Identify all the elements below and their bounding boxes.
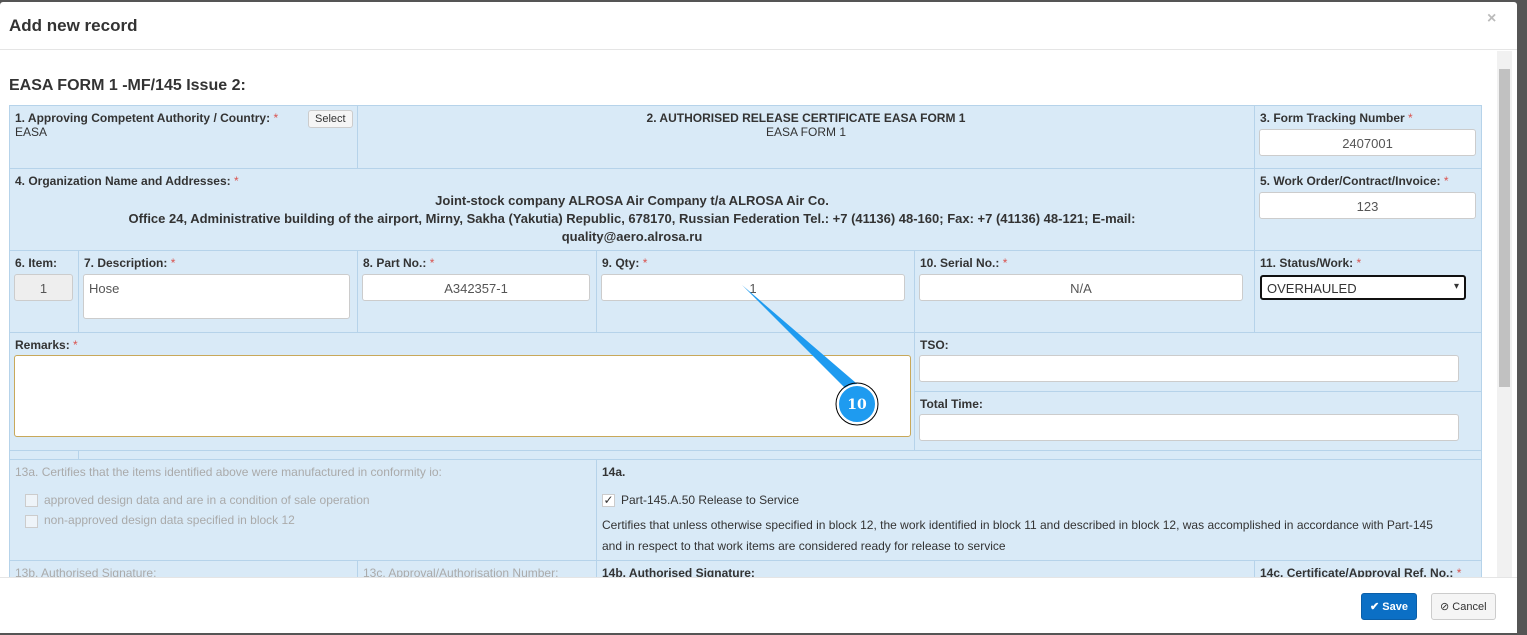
annotation-pointer: [742, 285, 870, 395]
annotation-number: 10: [847, 397, 867, 413]
annotation-callout: 10: [742, 285, 879, 426]
